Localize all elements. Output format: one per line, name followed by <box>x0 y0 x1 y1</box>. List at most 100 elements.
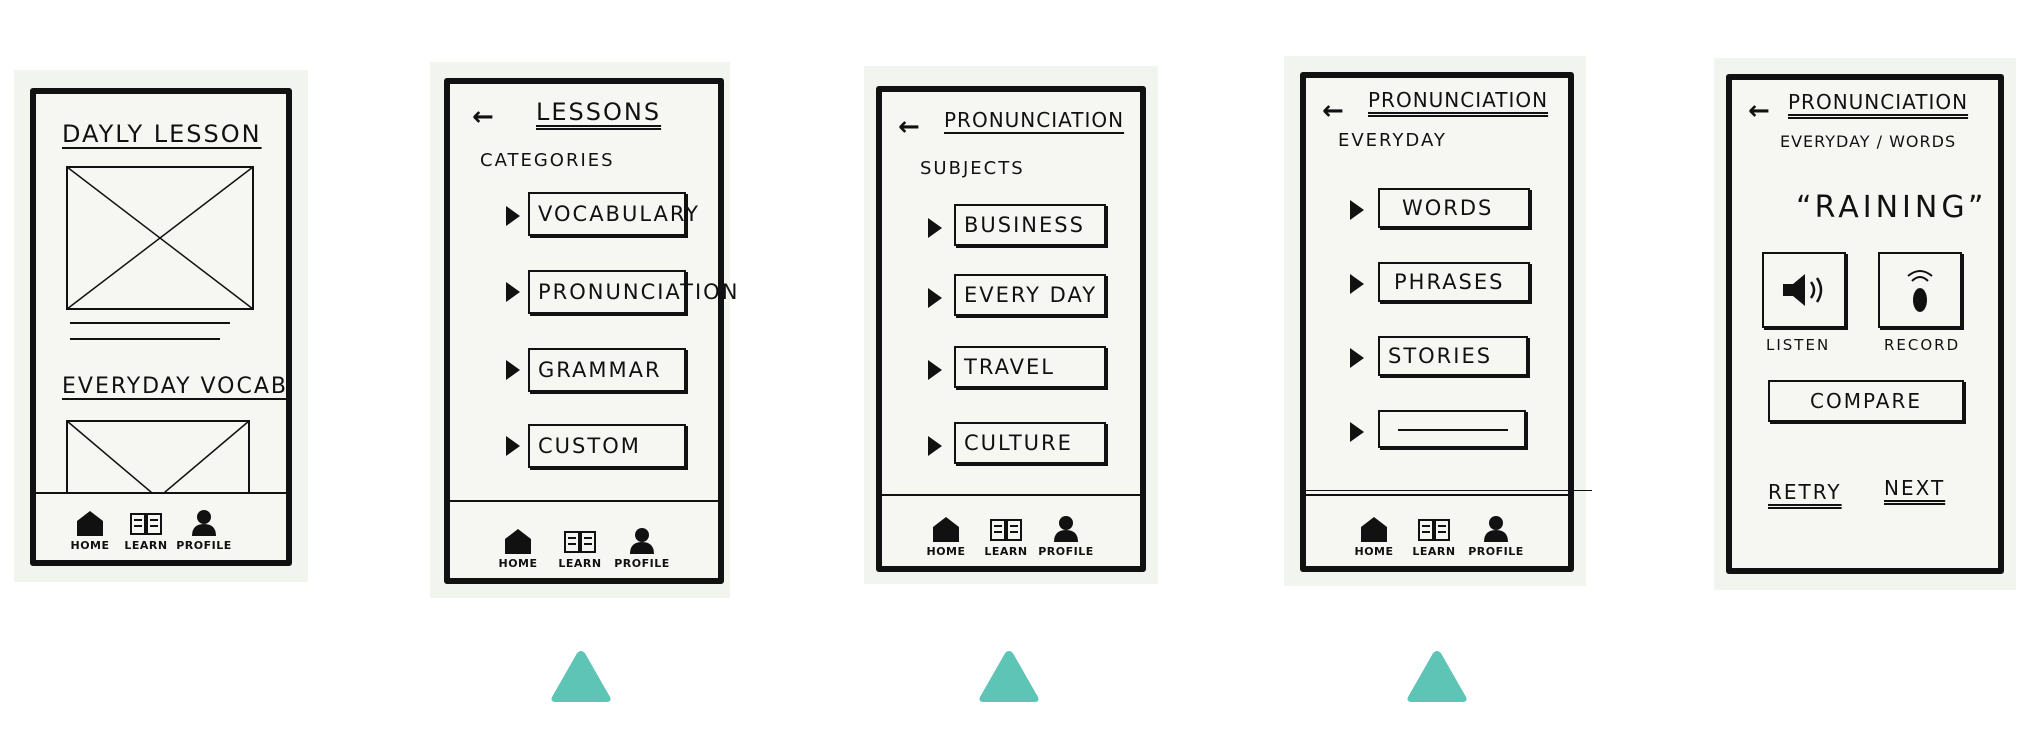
bullet-icon <box>506 206 520 226</box>
back-arrow-icon[interactable]: ← <box>898 114 920 140</box>
next-link[interactable]: NEXT <box>1884 476 1945 500</box>
everyday-subtitle: EVERYDAY <box>1338 130 1447 151</box>
nav-learn-label: LEARN <box>124 539 168 552</box>
lessons-title: LESSONS <box>536 98 662 126</box>
profile-icon <box>630 528 654 554</box>
nav-home[interactable]: HOME <box>488 527 548 570</box>
text-line-2 <box>70 338 220 340</box>
category-custom[interactable]: CUSTOM <box>528 424 686 468</box>
phone-home: DAYLY LESSON EVERYDAY VOCAB HOME LEARN P… <box>30 88 292 566</box>
book-icon <box>1418 519 1450 541</box>
item-stories[interactable]: STORIES <box>1378 336 1528 376</box>
daily-lesson-title: DAYLY LESSON <box>62 120 262 148</box>
placeholder-line <box>1398 429 1508 431</box>
speaker-icon <box>1783 274 1823 306</box>
category-vocabulary[interactable]: VOCABULARY <box>528 192 698 236</box>
bullet-icon <box>928 218 942 238</box>
item-placeholder[interactable] <box>1378 410 1526 448</box>
nav-learn-label: LEARN <box>984 545 1028 558</box>
bullet-icon <box>1350 422 1364 442</box>
nav-learn[interactable]: LEARN <box>1404 517 1464 558</box>
back-arrow-icon[interactable]: ← <box>1322 98 1344 124</box>
compare-button[interactable]: COMPARE <box>1768 380 1964 422</box>
bullet-icon <box>1350 274 1364 294</box>
bullet-icon <box>506 282 520 302</box>
nav-profile[interactable]: PROFILE <box>1466 515 1526 558</box>
book-icon <box>130 513 162 535</box>
subject-everyday[interactable]: EVERY DAY <box>954 274 1106 316</box>
record-label: RECORD <box>1884 336 1961 354</box>
categories-subtitle: CATEGORIES <box>480 150 615 171</box>
bottom-nav: HOME LEARN PROFILE <box>1306 494 1568 566</box>
bottom-nav: HOME LEARN PROFILE <box>882 494 1140 566</box>
phone-lessons: ← LESSONS CATEGORIES VOCABULARY PRONUNCI… <box>444 78 737 584</box>
microphone-icon <box>1907 270 1933 312</box>
home-icon <box>1361 517 1387 542</box>
listen-label: LISTEN <box>1766 336 1831 354</box>
nav-home-label: HOME <box>70 539 110 552</box>
pronunciation-title: PRONUNCIATION <box>1788 90 1969 114</box>
nav-profile[interactable]: PROFILE <box>1036 515 1096 558</box>
image-placeholder-2[interactable] <box>66 420 250 498</box>
nav-profile[interactable]: PROFILE <box>612 527 672 570</box>
everyday-vocab-title: EVERYDAY VOCAB <box>62 374 288 399</box>
bullet-icon <box>928 360 942 380</box>
nav-learn[interactable]: LEARN <box>116 511 176 552</box>
bullet-icon <box>506 436 520 456</box>
home-icon <box>933 517 959 542</box>
item-words[interactable]: WORDS <box>1378 188 1530 228</box>
nav-home[interactable]: HOME <box>60 509 120 552</box>
home-icon <box>77 511 103 536</box>
nav-home[interactable]: HOME <box>916 515 976 558</box>
text-line-1 <box>70 322 230 324</box>
category-pronunciation[interactable]: PRONUNCIATION <box>528 270 737 314</box>
bullet-icon <box>1350 348 1364 368</box>
phone-subjects: ← PRONUNCIATION SUBJECTS BUSINESS EVERY … <box>876 86 1146 572</box>
home-icon <box>505 529 531 554</box>
back-arrow-icon[interactable]: ← <box>1748 98 1770 124</box>
subjects-subtitle: SUBJECTS <box>920 158 1025 179</box>
phone-everyday: ← PRONUNCIATION EVERYDAY WORDS PHRASES S… <box>1300 72 1592 572</box>
nav-profile-label: PROFILE <box>176 539 232 552</box>
nav-learn[interactable]: LEARN <box>976 517 1036 558</box>
bottom-nav: HOME LEARN PROFILE <box>36 492 286 560</box>
bottom-nav: HOME LEARN PROFILE <box>450 500 718 578</box>
category-grammar[interactable]: GRAMMAR <box>528 348 686 392</box>
pointer-triangle-2 <box>551 651 611 702</box>
nav-profile-label: PROFILE <box>1038 545 1094 558</box>
profile-icon <box>192 510 216 536</box>
nav-profile-label: PROFILE <box>614 557 670 570</box>
back-arrow-icon[interactable]: ← <box>472 104 494 130</box>
bullet-icon <box>928 288 942 308</box>
nav-profile-label: PROFILE <box>1468 545 1524 558</box>
nav-home-label: HOME <box>498 557 538 570</box>
retry-link[interactable]: RETRY <box>1768 480 1842 504</box>
breadcrumb: EVERYDAY / WORDS <box>1780 132 1957 151</box>
nav-learn-label: LEARN <box>1412 545 1456 558</box>
nav-learn-label: LEARN <box>558 557 602 570</box>
image-placeholder-1[interactable] <box>66 166 254 310</box>
nav-home-label: HOME <box>1354 545 1394 558</box>
bullet-icon <box>928 436 942 456</box>
book-icon <box>564 531 596 553</box>
item-phrases[interactable]: PHRASES <box>1378 262 1530 302</box>
pronunciation-title: PRONUNCIATION <box>1368 88 1549 112</box>
divider-line <box>1302 490 1592 491</box>
subject-business[interactable]: BUSINESS <box>954 204 1106 246</box>
profile-icon <box>1484 516 1508 542</box>
bullet-icon <box>506 360 520 380</box>
profile-icon <box>1054 516 1078 542</box>
nav-profile[interactable]: PROFILE <box>174 509 234 552</box>
pointer-triangle-4 <box>1407 651 1467 702</box>
nav-learn[interactable]: LEARN <box>550 529 610 570</box>
bullet-icon <box>1350 200 1364 220</box>
practice-word: “RAINING” <box>1796 190 1988 225</box>
book-icon <box>990 519 1022 541</box>
listen-button[interactable] <box>1762 252 1846 328</box>
subject-travel[interactable]: TRAVEL <box>954 346 1106 388</box>
record-button[interactable] <box>1878 252 1962 328</box>
nav-home-label: HOME <box>926 545 966 558</box>
nav-home[interactable]: HOME <box>1344 515 1404 558</box>
subject-culture[interactable]: CULTURE <box>954 422 1106 464</box>
phone-word-practice: ← PRONUNCIATION EVERYDAY / WORDS “RAININ… <box>1726 74 2004 574</box>
